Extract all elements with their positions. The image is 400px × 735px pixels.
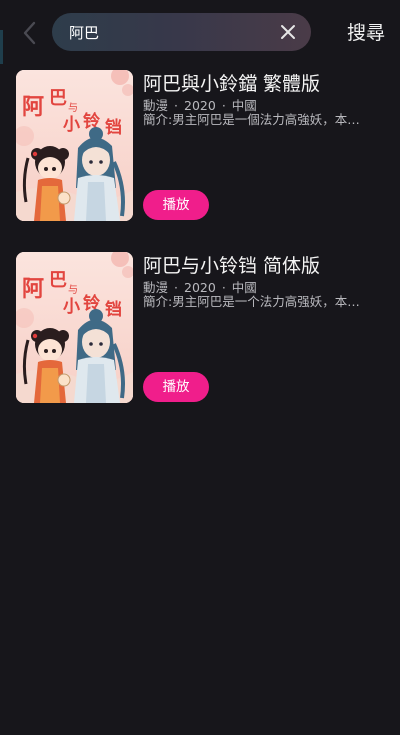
result-title[interactable]: 阿巴与小铃铛 简体版 [143,253,393,279]
play-button[interactable]: 播放 [143,190,209,220]
svg-text:铛: 铛 [105,117,122,138]
clear-search-button[interactable] [269,13,307,51]
svg-text:小: 小 [63,115,80,135]
close-icon [281,25,295,39]
svg-text:巴: 巴 [49,270,67,291]
search-input[interactable] [52,13,269,51]
svg-text:与: 与 [68,284,78,296]
svg-text:阿: 阿 [22,94,44,120]
result-item[interactable]: 阿 巴 与 小 铃 铛 [0,252,400,404]
result-title[interactable]: 阿巴與小鈴鐺 繁體版 [143,71,393,97]
poster-image[interactable]: 阿 巴 与 小 铃 铛 [16,252,133,403]
search-submit-button[interactable]: 搜尋 [338,19,394,47]
search-results-screen: 搜尋 阿 巴 与 [0,0,400,735]
svg-text:铛: 铛 [105,299,122,320]
search-header: 搜尋 [0,0,400,66]
result-synopsis: 簡介:男主阿巴是一個法力高強妖，本… [143,112,360,127]
svg-text:巴: 巴 [49,88,67,109]
poster-image[interactable]: 阿 巴 与 小 铃 铛 [16,70,133,221]
chevron-left-icon [23,21,36,45]
svg-text:阿: 阿 [22,276,44,302]
svg-text:小: 小 [63,297,80,317]
play-button[interactable]: 播放 [143,372,209,402]
result-synopsis: 簡介:男主阿巴是一个法力高强妖，本… [143,294,360,309]
svg-text:与: 与 [68,102,78,114]
edge-decoration [0,30,3,64]
result-item[interactable]: 阿 巴 与 小 铃 铛 [0,70,400,222]
back-button[interactable] [16,20,42,46]
search-box [52,13,311,51]
